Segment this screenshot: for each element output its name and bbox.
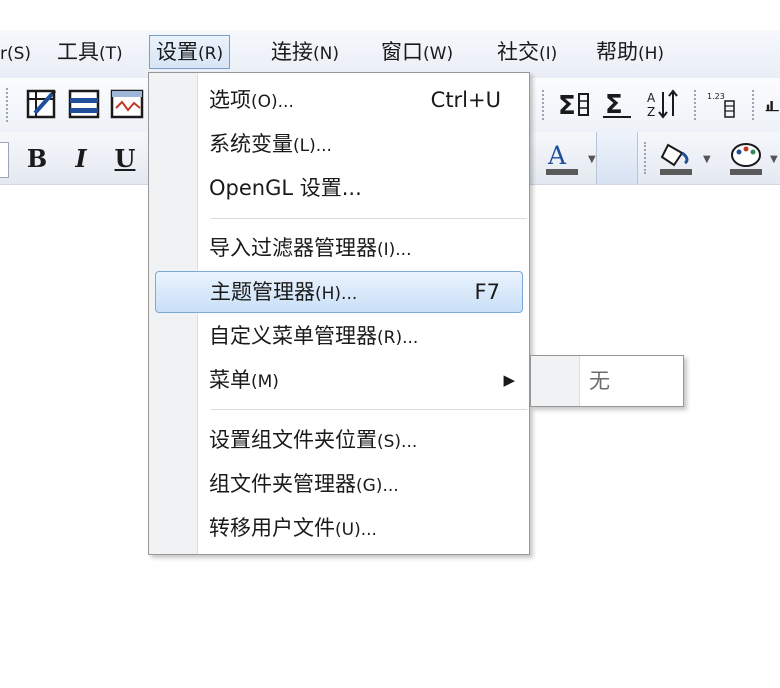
settings-dropdown-menu: 选项(O)... Ctrl+U 系统变量(L)... OpenGL 设置... … <box>148 72 530 555</box>
toolbar-separator <box>694 90 698 120</box>
submenu-arrow-icon: ▶ <box>503 371 515 389</box>
menubar-item-clipped[interactable]: r(S) <box>0 35 37 69</box>
edit-grid-icon[interactable] <box>24 86 60 122</box>
toolbar-separator <box>644 142 648 174</box>
menu-item-set-group-folder-location[interactable]: 设置组文件夹位置(S)... <box>155 419 523 461</box>
submenu-item-none[interactable]: 无 <box>589 362 610 400</box>
svg-text:1.23: 1.23 <box>707 92 725 101</box>
menu-item-theme-manager[interactable]: 主题管理器(H)... F7 <box>155 271 523 313</box>
submenu-icon-column <box>531 356 580 406</box>
underline-button[interactable]: U <box>110 142 140 174</box>
menu-item-system-variables[interactable]: 系统变量(L)... <box>155 123 523 165</box>
sum-icon[interactable]: Σ <box>556 86 596 122</box>
svg-text:A: A <box>647 91 656 105</box>
font-color-letter: A <box>547 141 567 170</box>
menu-separator <box>211 409 527 411</box>
font-color-dropdown-icon[interactable]: ▼ <box>588 154 596 165</box>
svg-text:Σ: Σ <box>605 90 623 119</box>
font-box-clipped[interactable] <box>0 142 9 178</box>
menu-submenu: 无 <box>530 355 684 407</box>
menubar-item-mnemonic: r(S) <box>0 44 32 64</box>
bold-button[interactable]: B <box>22 142 52 174</box>
menu-shortcut: Ctrl+U <box>430 88 501 112</box>
menubar-item-settings[interactable]: 设置(R) <box>149 35 231 69</box>
palette-dropdown-icon[interactable]: ▼ <box>770 154 778 165</box>
menu-item-menu[interactable]: 菜单(M) ▶ <box>155 359 523 401</box>
menubar-item-social[interactable]: 社交(I) <box>491 35 563 69</box>
toolbar-separator <box>542 90 546 120</box>
svg-text:Σ: Σ <box>558 91 576 119</box>
number-format-icon[interactable]: 1.23 <box>704 86 744 122</box>
palette-icon[interactable] <box>726 138 766 178</box>
menubar-item-connect[interactable]: 连接(N) <box>265 35 345 69</box>
sort-az-icon[interactable]: A Z <box>644 86 684 122</box>
rows-icon[interactable] <box>66 86 102 122</box>
menu-bar: r(S) 工具(T) 设置(R) 连接(N) 窗口(W) 社交(I) 帮助(H) <box>0 30 780 78</box>
toolbar-separator <box>752 90 756 120</box>
menu-item-import-filter-manager[interactable]: 导入过滤器管理器(I)... <box>155 227 523 269</box>
menu-item-custom-menu-manager[interactable]: 自定义菜单管理器(R)... <box>155 315 523 357</box>
fill-color-icon[interactable] <box>656 138 696 178</box>
menu-item-options[interactable]: 选项(O)... Ctrl+U <box>155 79 523 121</box>
toolbar-separator <box>6 88 10 122</box>
menubar-item-help[interactable]: 帮助(H) <box>590 35 670 69</box>
toolbar-handle <box>596 132 638 184</box>
stats-sum-icon[interactable]: Σ <box>600 86 640 122</box>
italic-button[interactable]: I <box>66 142 96 174</box>
menubar-item-window[interactable]: 窗口(W) <box>375 35 459 69</box>
svg-text:Z: Z <box>647 105 655 119</box>
menu-item-transfer-user-files[interactable]: 转移用户文件(U)... <box>155 507 523 549</box>
menu-item-opengl-settings[interactable]: OpenGL 设置... <box>155 167 523 209</box>
menu-separator <box>211 218 527 220</box>
menu-shortcut: F7 <box>474 280 500 304</box>
sheet-edit-icon[interactable] <box>108 86 148 122</box>
menu-item-group-folder-manager[interactable]: 组文件夹管理器(G)... <box>155 463 523 505</box>
fill-color-dropdown-icon[interactable]: ▼ <box>703 154 711 165</box>
chart-icon[interactable] <box>762 86 780 122</box>
font-color-icon[interactable]: A <box>543 138 581 178</box>
menubar-item-tools[interactable]: 工具(T) <box>51 35 129 69</box>
